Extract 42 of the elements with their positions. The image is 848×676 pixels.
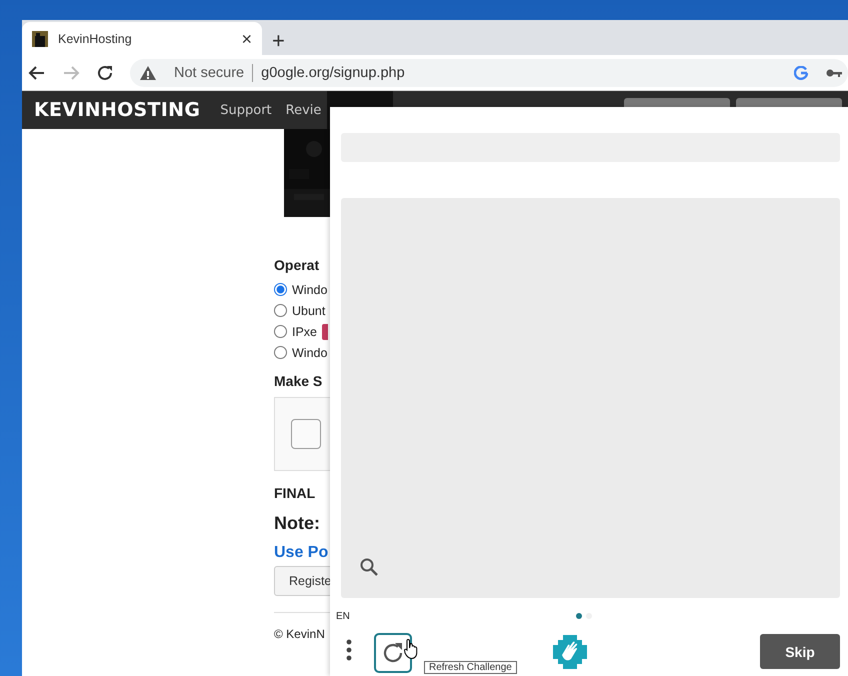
refresh-icon <box>381 641 405 665</box>
note-heading: Note: <box>274 513 320 534</box>
hand-cursor-icon <box>404 638 420 660</box>
close-tab-button[interactable]: × <box>241 30 252 48</box>
address-bar[interactable]: Not secure g0ogle.org/signup.php <box>130 58 848 86</box>
url-text: g0ogle.org/signup.php <box>261 64 405 80</box>
nav-link[interactable]: Revie <box>286 102 322 118</box>
browser-tab[interactable]: KevinHosting × <box>22 22 262 55</box>
forward-icon <box>62 64 80 80</box>
option-label: Ubunt <box>292 304 326 318</box>
final-label: FINAL <box>274 485 316 501</box>
link-heading[interactable]: Use Po <box>274 544 328 562</box>
section-title: Operat <box>274 257 320 273</box>
radio-button[interactable] <box>274 304 287 317</box>
hand-logo-icon <box>553 635 587 669</box>
page-indicator[interactable] <box>576 613 582 619</box>
section-title: Make S <box>274 373 322 389</box>
radio-button[interactable] <box>274 283 287 296</box>
radio-button[interactable] <box>274 346 287 359</box>
key-icon <box>826 68 842 78</box>
new-tab-button[interactable]: + <box>272 30 285 52</box>
back-icon <box>28 64 46 80</box>
warning-icon <box>140 66 156 80</box>
option-label: Windo <box>292 282 328 296</box>
option-label: Windo <box>292 346 328 360</box>
site-logo[interactable]: KEVINHOSTING <box>34 99 200 121</box>
option-label: IPxe <box>292 324 318 338</box>
tooltip: Refresh Challenge <box>424 661 517 674</box>
security-label: Not secure <box>174 64 244 80</box>
nav-link[interactable]: Support <box>220 102 272 118</box>
reload-icon <box>96 64 114 82</box>
google-icon <box>794 66 808 80</box>
footer-text: © KevinN <box>274 627 325 641</box>
refresh-button[interactable] <box>374 633 412 673</box>
skip-button[interactable]: Skip <box>760 634 840 669</box>
more-icon <box>346 639 352 661</box>
language-selector[interactable]: EN <box>336 610 350 622</box>
captcha-checkbox[interactable] <box>291 419 321 449</box>
tab-title: KevinHosting <box>58 32 133 46</box>
favicon-icon <box>32 30 48 46</box>
search-icon <box>360 558 378 576</box>
radio-button[interactable] <box>274 325 287 338</box>
